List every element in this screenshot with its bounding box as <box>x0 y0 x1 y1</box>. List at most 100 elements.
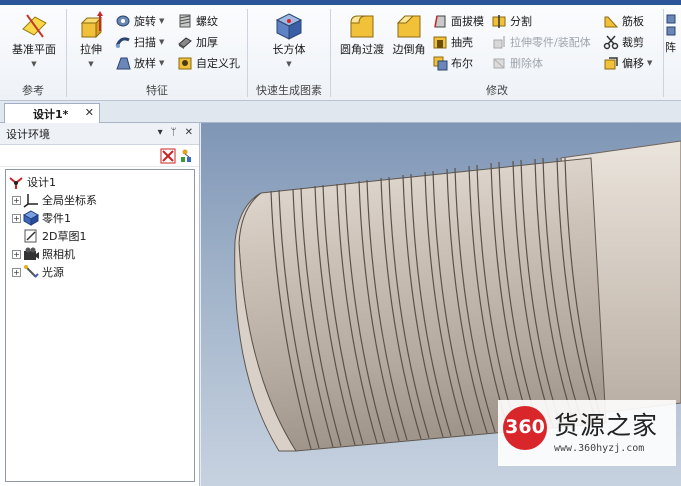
thicken-icon <box>177 34 193 50</box>
tree-item-label: 光源 <box>42 266 64 279</box>
pin-icon[interactable]: ᛘ <box>171 127 177 138</box>
thread-icon <box>177 13 193 29</box>
light-icon <box>23 264 39 280</box>
custom-hole-button[interactable]: 自定义孔 <box>177 53 240 73</box>
tree-item-label: 全局坐标系 <box>42 194 97 207</box>
chevron-down-icon: ▼ <box>647 59 653 67</box>
rib-button[interactable]: 筋板 <box>603 11 644 31</box>
sweep-label: 扫描 <box>134 36 156 49</box>
watermark-name: 货源之家 <box>554 411 659 440</box>
trim-button[interactable]: 裁剪 <box>603 32 644 52</box>
group-label-features: 特征 <box>146 84 168 97</box>
coordinate-system-icon <box>23 192 39 208</box>
close-icon[interactable]: ✕ <box>185 127 193 138</box>
scissors-icon <box>603 34 619 50</box>
panel-header: 设计环境 ▾ ᛘ ✕ <box>0 123 199 145</box>
thicken-button[interactable]: 加厚 <box>177 32 218 52</box>
chamfer-button[interactable]: 边倒角 <box>389 11 429 56</box>
watermark-url: www.360hyzj.com <box>554 443 645 454</box>
tree-item-label: 2D草图1 <box>42 230 87 243</box>
panel-menu-icon[interactable]: ▾ <box>158 127 163 138</box>
loft-button[interactable]: 放样 ▼ <box>115 53 164 73</box>
expand-icon[interactable]: + <box>12 249 21 259</box>
tree-item-light[interactable]: + 光源 <box>6 263 194 281</box>
revolve-button[interactable]: 旋转 ▼ <box>115 11 164 31</box>
group-label-reference: 参考 <box>22 84 44 97</box>
logo-text: 360 <box>505 416 545 438</box>
extrude-part-icon <box>491 34 507 50</box>
delete-body-icon <box>491 55 507 71</box>
revolve-icon <box>115 13 131 29</box>
sketch-icon <box>23 228 39 244</box>
design-tree: 设计1 + 全局坐标系 + 零件1 2D草图1 + 照相机 + 光源 <box>5 169 195 482</box>
loft-icon <box>115 55 131 71</box>
array-button[interactable]: 阵 <box>665 11 681 54</box>
split-label: 分割 <box>510 15 532 28</box>
array-icon <box>665 11 681 41</box>
fillet-button[interactable]: 圆角过渡 <box>337 11 387 56</box>
offset-button[interactable]: 偏移 ▼ <box>603 53 652 73</box>
draft-label: 面拔模 <box>451 15 484 28</box>
chevron-down-icon: ▼ <box>159 59 165 67</box>
datum-plane-button[interactable]: 基准平面 ▼ <box>6 11 62 71</box>
chevron-down-icon: ▼ <box>31 60 37 68</box>
draft-icon <box>432 13 448 29</box>
box-button[interactable]: 长方体 ▼ <box>262 11 316 71</box>
tab-design1[interactable]: 设计1* ✕ <box>4 103 100 123</box>
tab-title: 设计1* <box>33 107 69 121</box>
tree-item-label: 零件1 <box>42 212 71 225</box>
revolve-label: 旋转 <box>134 15 156 28</box>
chevron-down-icon: ▼ <box>159 17 165 25</box>
chevron-down-icon: ▼ <box>159 38 165 46</box>
panel-toolbar <box>0 145 199 167</box>
tree-item-global-coords[interactable]: + 全局坐标系 <box>6 191 194 209</box>
tree-item-label: 照相机 <box>42 248 75 261</box>
group-features: 拉伸 ▼ 旋转 ▼ 扫描 ▼ 放样 ▼ 螺纹 加厚 自定义孔 特征 <box>67 5 247 101</box>
tree-item-design1[interactable]: 设计1 <box>6 173 194 191</box>
custom-hole-label: 自定义孔 <box>196 57 240 70</box>
delete-filter-icon[interactable] <box>160 148 176 164</box>
rib-icon <box>603 13 619 29</box>
datum-plane-icon <box>19 11 49 41</box>
rib-label: 筋板 <box>622 15 644 28</box>
thread-button[interactable]: 螺纹 <box>177 11 218 31</box>
chamfer-label: 边倒角 <box>392 43 426 56</box>
tree-options-icon[interactable] <box>179 148 195 164</box>
ribbon: 基准平面 ▼ 参考 拉伸 ▼ 旋转 ▼ 扫描 ▼ 放样 ▼ 螺纹 加厚 自定义孔… <box>0 5 681 101</box>
expand-icon[interactable]: + <box>12 195 21 205</box>
extrude-label: 拉伸 <box>80 43 102 56</box>
group-quick-shape: 长方体 ▼ 快速生成图素 <box>248 5 330 101</box>
delete-body-button[interactable]: 删除体 <box>491 53 543 73</box>
watermark: 360 货源之家 www.360hyzj.com <box>498 400 676 466</box>
tree-item-part1[interactable]: + 零件1 <box>6 209 194 227</box>
extrude-part-button[interactable]: 拉伸零件/装配体 <box>491 32 591 52</box>
boolean-button[interactable]: 布尔 <box>432 53 473 73</box>
part-icon <box>22 210 40 226</box>
expand-icon[interactable]: + <box>12 213 21 223</box>
camera-icon <box>23 246 39 262</box>
tree-item-sketch1[interactable]: 2D草图1 <box>6 227 194 245</box>
group-label-modify: 修改 <box>486 84 508 97</box>
split-button[interactable]: 分割 <box>491 11 532 31</box>
extrude-button[interactable]: 拉伸 ▼ <box>73 11 109 71</box>
fillet-label: 圆角过渡 <box>340 43 384 56</box>
group-modify: 圆角过渡 边倒角 面拔模 抽壳 布尔 分割 拉伸零件/装配体 删除体 筋板 裁剪… <box>331 5 663 101</box>
split-icon <box>491 13 507 29</box>
offset-icon <box>603 55 619 71</box>
extrude-icon <box>76 11 106 41</box>
360-logo: 360 <box>503 406 547 450</box>
delete-body-label: 删除体 <box>510 57 543 70</box>
trim-label: 裁剪 <box>622 36 644 49</box>
sweep-button[interactable]: 扫描 ▼ <box>115 32 164 52</box>
shell-button[interactable]: 抽壳 <box>432 32 473 52</box>
group-array-partial: 阵 <box>664 5 681 101</box>
box-label: 长方体 <box>272 43 306 56</box>
panel-title: 设计环境 <box>6 127 50 141</box>
tree-item-camera[interactable]: + 照相机 <box>6 245 194 263</box>
hole-icon <box>177 55 193 71</box>
sweep-icon <box>115 34 131 50</box>
close-icon[interactable]: ✕ <box>85 106 94 119</box>
shell-label: 抽壳 <box>451 36 473 49</box>
expand-icon[interactable]: + <box>12 267 21 277</box>
draft-button[interactable]: 面拔模 <box>432 11 484 31</box>
